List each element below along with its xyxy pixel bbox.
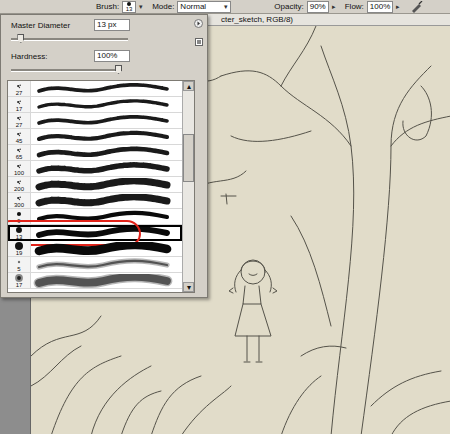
brush-size: 19 — [16, 250, 23, 256]
brush-tip-icon — [15, 274, 23, 282]
brush-stroke-preview — [31, 210, 182, 224]
airbrush-icon[interactable] — [409, 1, 425, 13]
new-preset-icon[interactable] — [195, 38, 203, 46]
brush-size: 200 — [14, 186, 24, 192]
diameter-slider-knob[interactable] — [17, 34, 24, 43]
brush-stroke-preview — [31, 258, 182, 272]
diameter-slider[interactable] — [11, 38, 128, 41]
flyout-menu-icon[interactable] — [194, 19, 203, 28]
brush-row[interactable]: 17 — [8, 97, 182, 113]
diameter-field[interactable]: 13 px — [94, 19, 130, 31]
flow-dropdown-icon[interactable]: ▸ — [396, 3, 400, 11]
brush-row[interactable]: 100 — [8, 161, 182, 177]
brush-size: 65 — [16, 154, 23, 160]
brush-size: 27 — [16, 122, 23, 128]
brush-size: 27 — [16, 90, 23, 96]
hardness-slider-knob[interactable] — [115, 65, 122, 74]
brush-list-scrollbar[interactable]: ▴ ▾ — [182, 81, 194, 292]
brush-row[interactable]: 300 — [8, 193, 182, 209]
brush-size: 300 — [14, 202, 24, 208]
brush-size: 17 — [16, 106, 23, 112]
opacity-label: Opacity: — [274, 2, 303, 11]
brush-row[interactable]: 19 — [8, 241, 182, 257]
brush-row[interactable]: 9 — [8, 209, 182, 225]
brush-row[interactable]: 13 — [8, 225, 182, 241]
brush-swatch[interactable]: 13 — [122, 1, 136, 13]
brush-size: 13 — [126, 6, 133, 12]
brush-stroke-preview — [31, 162, 182, 176]
options-bar: Brush: 13 ▾ Mode: Normal▾ Opacity: 90% ▸… — [0, 0, 450, 14]
scroll-down-icon[interactable]: ▾ — [183, 282, 194, 292]
brush-tip-icon — [15, 178, 23, 186]
brush-tip-icon — [15, 146, 23, 154]
brush-row[interactable]: 65 — [8, 145, 182, 161]
brush-row[interactable]: 17 — [8, 273, 182, 289]
brush-stroke-preview — [31, 226, 182, 240]
mode-select[interactable]: Normal▾ — [177, 1, 231, 13]
photoshop-screen: Brush: 13 ▾ Mode: Normal▾ Opacity: 90% ▸… — [0, 0, 450, 434]
hardness-label: Hardness: — [11, 52, 47, 61]
brush-stroke-preview — [31, 114, 182, 128]
brush-row[interactable]: 27 — [8, 81, 182, 97]
flow-field[interactable]: 100% — [367, 1, 393, 13]
flow-label: Flow: — [345, 2, 364, 11]
brush-row[interactable]: 45 — [8, 129, 182, 145]
brush-row[interactable]: 27 — [8, 113, 182, 129]
brush-tip-icon — [15, 210, 23, 218]
brush-tip-icon — [15, 162, 23, 170]
master-diameter-label: Master Diameter — [11, 21, 70, 30]
brush-dropdown-icon[interactable]: ▾ — [139, 3, 143, 11]
brush-list: 27 17 27 45 65 100 200 300 9 13 19 5 17 — [8, 81, 182, 292]
brush-tip-icon — [15, 130, 23, 138]
brush-tip-icon — [15, 114, 23, 122]
brush-tip-icon — [15, 82, 23, 90]
brush-size: 5 — [17, 266, 20, 272]
opacity-field[interactable]: 90% — [307, 1, 329, 13]
brush-row[interactable]: 200 — [8, 177, 182, 193]
brush-stroke-preview — [31, 82, 182, 96]
scroll-up-icon[interactable]: ▴ — [183, 81, 194, 91]
brush-tip-icon — [15, 258, 23, 266]
brush-stroke-preview — [31, 178, 182, 192]
brush-row[interactable]: 5 — [8, 257, 182, 273]
brush-tip-icon — [15, 226, 23, 234]
brush-size: 45 — [16, 138, 23, 144]
brush-size: 9 — [17, 218, 20, 224]
brush-stroke-preview — [31, 130, 182, 144]
hardness-field[interactable]: 100% — [94, 50, 130, 62]
document-title: cter_sketch, RGB/8) — [221, 15, 293, 24]
brush-size: 17 — [16, 282, 23, 288]
hardness-slider[interactable] — [11, 69, 118, 72]
brush-stroke-preview — [31, 146, 182, 160]
brush-stroke-preview — [31, 242, 182, 256]
brush-stroke-preview — [31, 98, 182, 112]
brush-stroke-preview — [31, 194, 182, 208]
brush-tip-icon — [15, 242, 23, 250]
brush-tip-icon — [127, 2, 131, 6]
brush-tip-icon — [15, 98, 23, 106]
scroll-thumb[interactable] — [183, 134, 194, 182]
opacity-dropdown-icon[interactable]: ▸ — [332, 3, 336, 11]
brush-size: 13 — [16, 234, 23, 240]
brush-tip-icon — [15, 194, 23, 202]
brush-label: Brush: — [96, 2, 119, 11]
brush-stroke-preview — [31, 274, 182, 288]
brush-picker-panel: Master Diameter 13 px Hardness: 100% 27 … — [0, 14, 208, 298]
brush-size: 100 — [14, 170, 24, 176]
mode-label: Mode: — [152, 2, 174, 11]
